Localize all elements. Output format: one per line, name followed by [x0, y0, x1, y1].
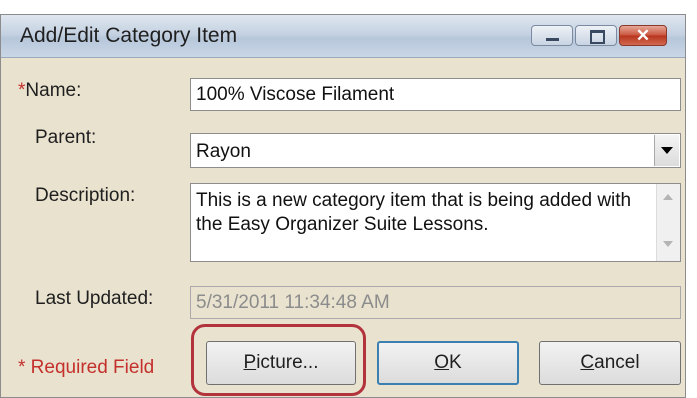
- description-scrollbar[interactable]: [656, 184, 680, 261]
- last-updated-value: 5/31/2011 11:34:48 AM: [196, 292, 390, 313]
- close-button[interactable]: ✕: [619, 25, 667, 46]
- cancel-button[interactable]: Cancel: [539, 341, 681, 385]
- picture-button-highlight: [191, 324, 366, 396]
- name-label: *Name:: [18, 80, 82, 101]
- minimize-button[interactable]: [531, 25, 573, 46]
- description-value: This is a new category item that is bein…: [196, 190, 632, 235]
- title-bar[interactable]: Add/Edit Category Item ✕: [1, 15, 685, 58]
- parent-select[interactable]: Rayon: [190, 133, 681, 168]
- required-field-note: * Required Field: [18, 357, 155, 378]
- description-field[interactable]: This is a new category item that is bein…: [190, 183, 681, 262]
- maximize-icon: [590, 30, 605, 44]
- maximize-button[interactable]: [575, 25, 617, 46]
- close-icon: ✕: [635, 26, 651, 45]
- last-updated-label: Last Updated:: [35, 288, 154, 309]
- parent-dropdown-button[interactable]: [654, 135, 679, 166]
- ok-button[interactable]: OK: [377, 341, 519, 385]
- parent-label: Parent:: [35, 127, 97, 148]
- name-value: 100% Viscose Filament: [196, 84, 395, 105]
- parent-value: Rayon: [196, 141, 251, 162]
- scroll-down-icon[interactable]: [663, 241, 673, 247]
- description-label: Description:: [35, 185, 136, 206]
- last-updated-field: 5/31/2011 11:34:48 AM: [190, 286, 681, 319]
- window-title: Add/Edit Category Item: [20, 24, 238, 47]
- chevron-down-icon: [661, 147, 673, 154]
- minimize-icon: [546, 38, 559, 41]
- scroll-up-icon[interactable]: [663, 194, 673, 200]
- name-field[interactable]: 100% Viscose Filament: [190, 78, 681, 111]
